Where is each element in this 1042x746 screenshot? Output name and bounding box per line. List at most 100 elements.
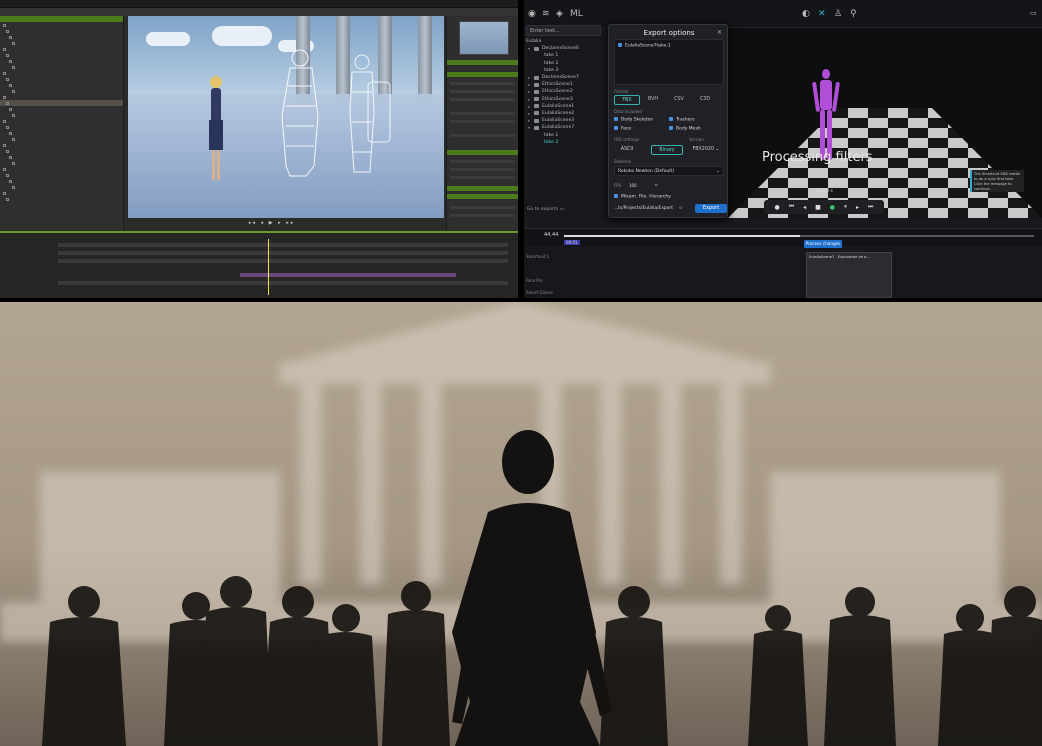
tree-item[interactable]: ▸ EthicsScene2: [526, 88, 604, 95]
visibility-icon[interactable]: [9, 59, 12, 63]
properties-panel: [446, 16, 518, 230]
wireframe-figure-2[interactable]: [338, 52, 398, 186]
visibility-icon[interactable]: [3, 71, 6, 75]
visibility-icon[interactable]: [9, 107, 12, 111]
visibility-icon[interactable]: [9, 35, 12, 39]
visibility-icon[interactable]: [6, 53, 9, 57]
player-controls[interactable]: ● ⏮ ◂ ■ ● ⏸ ▸ ⏭: [764, 200, 884, 214]
tree-item[interactable]: take 3: [526, 67, 604, 74]
glove-icon[interactable]: ⚲: [850, 9, 857, 19]
visibility-icon[interactable]: [12, 89, 15, 93]
visibility-icon[interactable]: [9, 155, 12, 159]
visibility-icon[interactable]: [12, 65, 15, 69]
visibility-icon[interactable]: [6, 149, 9, 153]
body-icon[interactable]: ✕: [818, 9, 826, 19]
tree-item[interactable]: ▸ EthicsScene1: [526, 81, 604, 88]
visibility-icon[interactable]: [12, 185, 15, 189]
tree-item[interactable]: ▸ DeclaresScene7: [526, 74, 604, 81]
binary-option[interactable]: Binary: [651, 145, 683, 155]
trackers-checkbox[interactable]: Trackers: [669, 117, 695, 123]
tree-item[interactable]: take 2: [526, 139, 604, 146]
timeline-ruler[interactable]: 44.44 00:01: [524, 228, 1042, 246]
window-icon[interactable]: ▭: [1030, 9, 1037, 17]
sdk-tooltip[interactable]: The Smartsuit SDK needs to do a sync fir…: [970, 170, 1024, 192]
explorer-window-preview[interactable]: EulaliaScene7 - Explorador de a...: [806, 252, 892, 298]
visibility-icon[interactable]: [9, 179, 12, 183]
format-option-fbx[interactable]: FBX: [614, 95, 640, 105]
face-checkbox[interactable]: Face: [614, 126, 631, 132]
ml-icon[interactable]: ML: [570, 9, 583, 19]
tree-item[interactable]: take 1: [526, 131, 604, 138]
visibility-icon[interactable]: [3, 143, 6, 147]
visibility-icon[interactable]: [3, 167, 6, 171]
visibility-icon[interactable]: [3, 191, 6, 195]
3d-viewport[interactable]: [128, 16, 444, 218]
tree-item[interactable]: ▾ EulaliaScene7: [526, 124, 604, 131]
skeleton-select[interactable]: Rokoko Newton (Default) ⌄: [614, 166, 724, 176]
visibility-icon[interactable]: [3, 95, 6, 99]
pause-icon[interactable]: ⏸: [844, 203, 847, 211]
format-option-c3d[interactable]: C3D: [692, 95, 718, 105]
visibility-icon[interactable]: [6, 77, 9, 81]
tree-item[interactable]: ▸ EthicsScene3: [526, 96, 604, 103]
tree-item[interactable]: ▸ EulaliaScene3: [526, 117, 604, 124]
visibility-icon[interactable]: [6, 197, 9, 201]
format-option-bvh[interactable]: BVH: [640, 95, 666, 105]
visibility-icon[interactable]: [9, 83, 12, 87]
stop-icon[interactable]: ■: [815, 204, 821, 211]
visibility-icon[interactable]: [12, 161, 15, 165]
character-woman[interactable]: [206, 74, 226, 184]
time-marker: 00:01: [564, 240, 580, 245]
layers-icon[interactable]: ≋: [542, 9, 550, 19]
mixamo-checkbox[interactable]: Mixam. File. Hierarchy: [614, 194, 671, 200]
format-option-csv[interactable]: CSV: [666, 95, 692, 105]
process-changes-button[interactable]: Process changes: [804, 240, 842, 248]
play-icon[interactable]: ●: [830, 204, 835, 211]
tree-root[interactable]: Eulalia: [526, 38, 604, 45]
go-to-exports-link[interactable]: Go to exports ▭: [527, 207, 564, 212]
take-list[interactable]: EulaliaScene7take-1: [614, 39, 724, 85]
body-mesh-checkbox[interactable]: Body Mesh: [669, 126, 701, 132]
close-icon[interactable]: ✕: [717, 29, 722, 36]
menu-bar[interactable]: [0, 0, 518, 8]
visibility-icon[interactable]: [3, 47, 6, 51]
visibility-icon[interactable]: [6, 173, 9, 177]
visibility-icon[interactable]: [6, 125, 9, 129]
take-checkbox[interactable]: EulaliaScene7take-1: [618, 43, 671, 49]
visibility-icon[interactable]: [6, 29, 9, 33]
export-button[interactable]: Export: [695, 204, 727, 213]
visibility-icon[interactable]: [3, 23, 6, 27]
tree-item[interactable]: ▾ DeclaresScene6: [526, 45, 604, 52]
wireframe-figure-1[interactable]: [278, 46, 328, 186]
folder-icon: [534, 89, 539, 94]
folder-icon[interactable]: ⊙: [679, 205, 682, 210]
outliner-row[interactable]: [0, 196, 123, 202]
tree-item[interactable]: ▸ EulaliaScene2: [526, 110, 604, 117]
skip-forward-icon[interactable]: ⏭: [868, 203, 873, 211]
tree-item[interactable]: take 1: [526, 52, 604, 59]
export-path[interactable]: ...ts/Projects/Eulalia/Export: [614, 206, 673, 211]
step-back-icon[interactable]: ◂: [803, 204, 806, 211]
visibility-icon[interactable]: [3, 119, 6, 123]
visibility-icon[interactable]: [12, 41, 15, 45]
version-select[interactable]: FBX2020 ⌄: [687, 145, 725, 155]
person-icon[interactable]: ♙: [834, 9, 842, 19]
visibility-icon[interactable]: [12, 137, 15, 141]
visibility-icon[interactable]: [12, 113, 15, 117]
search-input[interactable]: Enter text...: [526, 25, 601, 36]
record-icon[interactable]: ◐: [802, 9, 810, 19]
visibility-icon[interactable]: [6, 101, 9, 105]
tree-item[interactable]: ▸ EulaliaScene1: [526, 103, 604, 110]
playback-controls[interactable]: ◂◂ ◂ ▶ ▸ ▸▸: [248, 220, 328, 228]
skip-back-icon[interactable]: ⏮: [789, 203, 794, 211]
tree-item[interactable]: take 2: [526, 60, 604, 67]
record-icon[interactable]: ●: [774, 204, 779, 211]
step-forward-icon[interactable]: ▸: [856, 204, 859, 211]
eye-icon[interactable]: ◈: [556, 9, 563, 19]
visibility-icon[interactable]: [9, 131, 12, 135]
body-skeleton-checkbox[interactable]: Body Skeleton: [614, 117, 653, 123]
ascii-option[interactable]: ASCII: [614, 145, 640, 155]
fps-value[interactable]: 100: [629, 183, 637, 188]
toolbar[interactable]: [0, 8, 518, 16]
timeline-panel[interactable]: [0, 231, 518, 298]
